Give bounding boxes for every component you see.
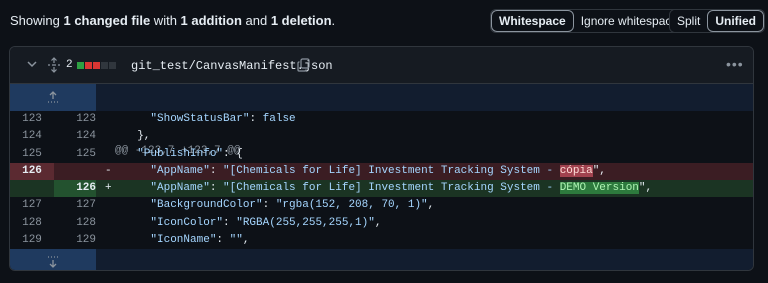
hunk-gutter bbox=[10, 84, 96, 111]
diffstat-bar bbox=[77, 62, 116, 69]
new-line-number[interactable]: 125 bbox=[54, 146, 96, 163]
deleted-line: 126 - "AppName": "[Chemicals for Life] In… bbox=[10, 162, 753, 181]
new-line-number[interactable]: 129 bbox=[54, 232, 96, 249]
context-line: 124 124 }, bbox=[10, 128, 753, 145]
code-text: "PublishInfo": { bbox=[137, 147, 243, 160]
diffstat-block bbox=[93, 62, 100, 69]
context-line: 128 128 "IconColor": "RGBA(255,255,255,1)… bbox=[10, 215, 753, 232]
word-diff-highlight: DEMO Version bbox=[559, 182, 639, 195]
context-line: 127 127 "BackgroundColor": "rgba(152, 208… bbox=[10, 197, 753, 214]
diff-table: @@ -123,7 +123,7 @@ 123 123 "ShowStatusBa… bbox=[10, 84, 753, 270]
old-line-number[interactable]: 125 bbox=[10, 146, 54, 163]
unfold-icon[interactable] bbox=[47, 57, 61, 73]
unified-view-button[interactable]: Unified bbox=[707, 10, 765, 32]
diffstat-block bbox=[109, 62, 116, 69]
split-view-button[interactable]: Split bbox=[670, 10, 708, 32]
added-line: 126 + "AppName": "[Chemicals for Life] In… bbox=[10, 180, 753, 198]
expand-down-row bbox=[10, 249, 753, 270]
word-diff-highlight: cópia bbox=[559, 164, 593, 177]
old-line-number[interactable]: 129 bbox=[10, 232, 54, 249]
old-line-number[interactable]: 128 bbox=[10, 215, 54, 232]
code-text: "IconColor": "RGBA(255,255,255,1)", bbox=[150, 216, 382, 229]
new-line-number[interactable]: 124 bbox=[54, 128, 96, 145]
hunk-gutter bbox=[10, 249, 96, 270]
deletions-count: 1 deletion bbox=[270, 13, 332, 28]
context-line: 129 129 "IconName": "", bbox=[10, 232, 753, 249]
new-line-number[interactable]: 128 bbox=[54, 215, 96, 232]
changed-files-count: 1 changed file bbox=[63, 13, 151, 28]
expand-down-icon[interactable] bbox=[46, 255, 60, 269]
code-text: "AppName": "[Chemicals for Life] Investm… bbox=[150, 164, 606, 177]
copy-icon[interactable] bbox=[297, 58, 310, 72]
diff-marker: - bbox=[105, 164, 112, 177]
kebab-horizontal-icon[interactable]: ••• bbox=[726, 56, 744, 72]
context-line: 123 123 "ShowStatusBar": false bbox=[10, 111, 753, 128]
additions-count: 1 addition bbox=[180, 13, 242, 28]
file-header: 2 git_test/CanvasManifest.json ••• bbox=[10, 47, 753, 84]
code-text: }, bbox=[124, 130, 151, 143]
new-line-number[interactable]: 123 bbox=[54, 111, 96, 128]
diff-toolbar: Showing 1 changed file with 1 addition a… bbox=[0, 0, 768, 44]
whitespace-button[interactable]: Whitespace bbox=[491, 10, 574, 32]
change-count: 2 bbox=[66, 59, 73, 71]
context-line: 125 125 "PublishInfo": { bbox=[10, 146, 753, 163]
chevron-down-icon[interactable] bbox=[26, 58, 38, 70]
diff-view-toggle: Split Unified bbox=[669, 9, 766, 33]
code-text: "IconName": "", bbox=[150, 234, 250, 247]
old-line-number[interactable]: 123 bbox=[10, 111, 54, 128]
code-text: "BackgroundColor": "rgba(152, 208, 70, 1… bbox=[150, 199, 435, 212]
file-diff: 2 git_test/CanvasManifest.json ••• @@ -1… bbox=[9, 46, 754, 271]
old-line-number[interactable]: 127 bbox=[10, 197, 54, 214]
hunk-header-row: @@ -123,7 +123,7 @@ bbox=[10, 84, 753, 157]
diffstat-block bbox=[85, 62, 92, 69]
diff-marker: + bbox=[105, 182, 112, 195]
new-line-number[interactable]: 126 bbox=[54, 180, 96, 198]
new-line-number[interactable]: 127 bbox=[54, 197, 96, 214]
code-text: "AppName": "[Chemicals for Life] Investm… bbox=[150, 182, 653, 195]
diffstat-block bbox=[101, 62, 108, 69]
diff-summary: Showing 1 changed file with 1 addition a… bbox=[10, 13, 336, 28]
code-text: "ShowStatusBar": false bbox=[150, 113, 296, 125]
whitespace-toggle: Whitespace Ignore whitespace bbox=[490, 9, 687, 33]
expand-up-icon[interactable] bbox=[46, 90, 60, 104]
diffstat-block bbox=[77, 62, 84, 69]
old-line-number[interactable]: 124 bbox=[10, 128, 54, 145]
old-line-number[interactable]: 126 bbox=[10, 162, 54, 181]
